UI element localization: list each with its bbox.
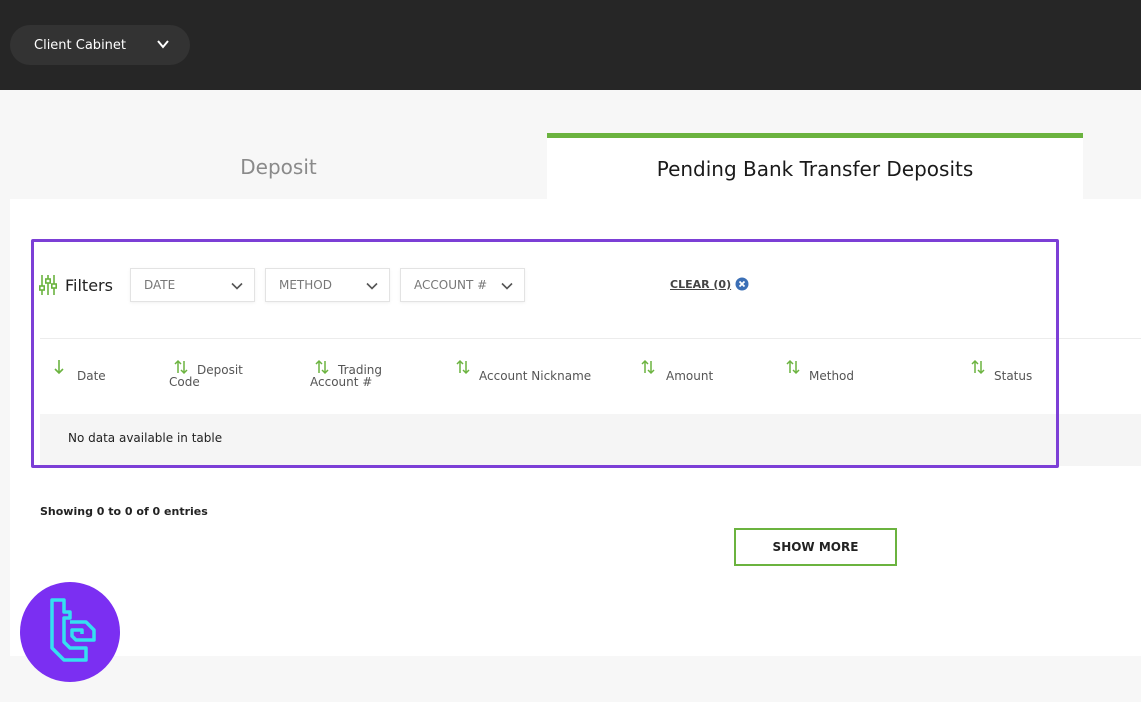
pending-deposits-table: Date Deposit Code Trading Account # Acco… [40, 338, 1141, 466]
table-header: Date Deposit Code Trading Account # Acco… [40, 339, 1141, 414]
brand-logo [20, 582, 120, 682]
column-header-status[interactable]: Status [971, 359, 1032, 382]
tab-deposit-label: Deposit [240, 155, 317, 179]
chevron-down-icon [501, 282, 513, 290]
column-header-account-nickname[interactable]: Account Nickname [456, 359, 591, 382]
clear-filters-label: CLEAR (0) [670, 277, 732, 291]
filters-heading: Filters [39, 274, 113, 296]
show-more-button[interactable]: SHOW MORE [734, 528, 897, 566]
clear-filters-button[interactable]: CLEAR (0) [670, 277, 749, 291]
tab-pending-bank-transfer-deposits[interactable]: Pending Bank Transfer Deposits [547, 133, 1083, 199]
filter-sliders-icon [39, 275, 57, 295]
column-header-method[interactable]: Method [786, 359, 854, 382]
close-circle-icon [735, 277, 749, 291]
chevron-down-icon [231, 282, 243, 290]
column-header-label: Account Nickname [479, 369, 592, 383]
column-header-amount[interactable]: Amount [641, 359, 713, 382]
tab-deposit[interactable]: Deposit [10, 135, 547, 199]
account-filter-value: ACCOUNT # [414, 278, 488, 292]
sort-both-icon [641, 359, 655, 375]
date-filter-select[interactable]: DATE [130, 268, 255, 302]
method-filter-select[interactable]: METHOD [265, 268, 390, 302]
sort-both-icon [971, 359, 985, 375]
column-header-trading-account[interactable]: Trading Account # [310, 359, 382, 388]
sort-both-icon [786, 359, 800, 375]
empty-table-message: No data available in table [68, 431, 223, 445]
table-body: No data available in table [40, 414, 1141, 466]
show-more-label: SHOW MORE [772, 540, 859, 554]
column-header-label-line2: Account # [310, 375, 373, 389]
chevron-down-icon [366, 282, 378, 290]
tab-pending-label: Pending Bank Transfer Deposits [656, 156, 974, 181]
client-cabinet-label: Client Cabinet [34, 37, 127, 53]
column-header-date[interactable]: Date [54, 359, 106, 382]
client-cabinet-dropdown[interactable]: Client Cabinet [10, 25, 190, 65]
sort-down-icon [54, 360, 64, 375]
sort-both-icon [456, 359, 470, 375]
account-filter-select[interactable]: ACCOUNT # [400, 268, 525, 302]
column-header-deposit-code[interactable]: Deposit Code [169, 359, 243, 388]
brand-logo-icon [50, 598, 96, 662]
sort-both-icon [315, 359, 329, 375]
chevron-down-icon [157, 40, 169, 49]
sort-both-icon [174, 359, 188, 375]
column-header-label-line2: Code [169, 375, 200, 389]
method-filter-value: METHOD [279, 278, 332, 292]
top-bar: Client Cabinet [0, 0, 1141, 90]
entries-summary: Showing 0 to 0 of 0 entries [40, 505, 208, 518]
date-filter-value: DATE [144, 278, 176, 292]
filters-label: Filters [65, 275, 113, 295]
